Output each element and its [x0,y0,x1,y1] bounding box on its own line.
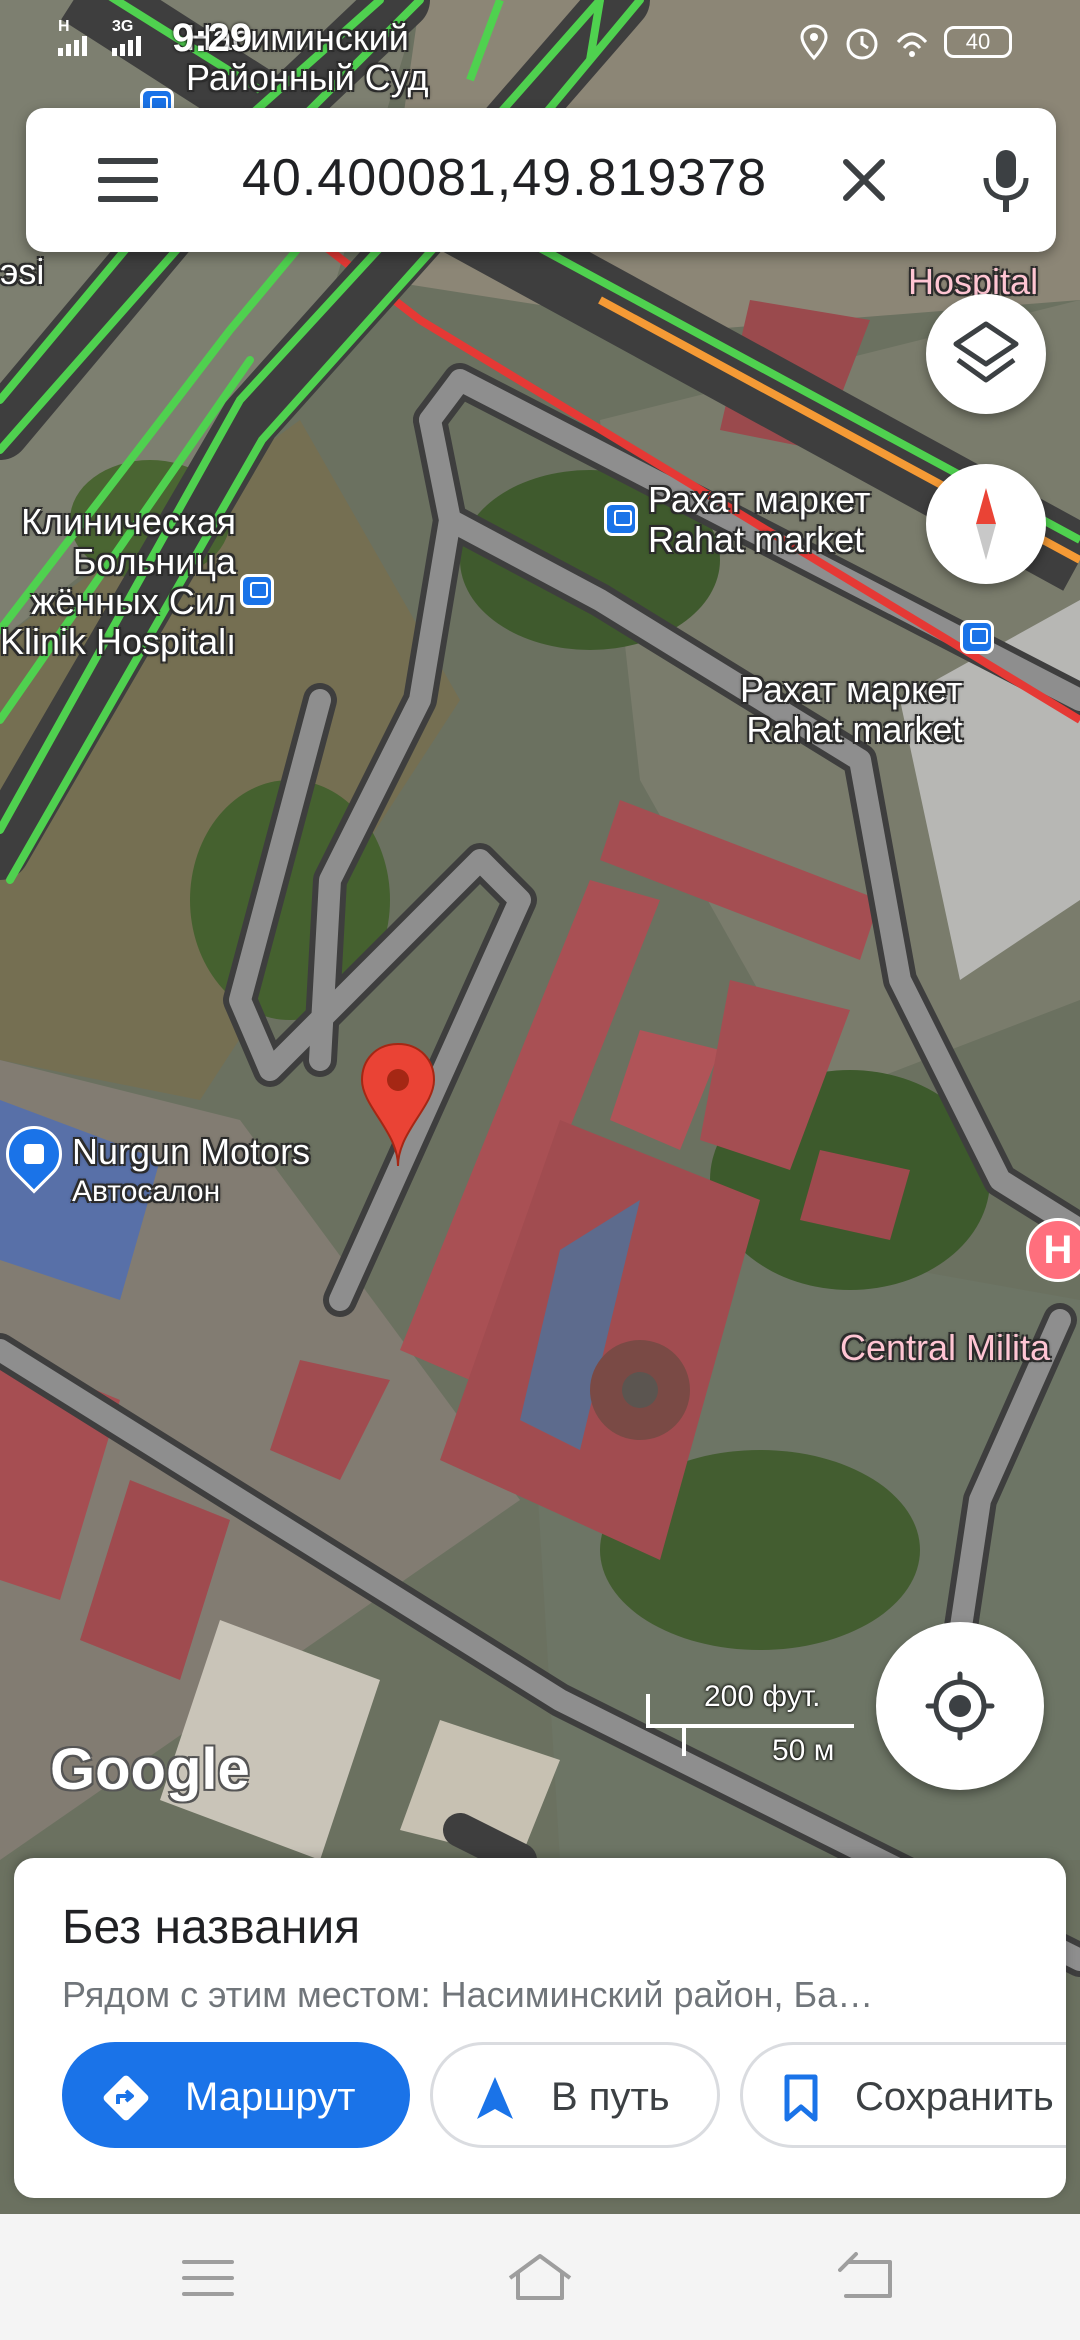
home-icon[interactable] [504,2248,576,2304]
my-location-button[interactable] [876,1622,1044,1790]
google-logo: Google [50,1737,250,1802]
rahat-2-ru: Рахат маркет [740,669,963,710]
clinic-line3: жённых Сил [31,581,236,622]
start-navigation-button[interactable]: В путь [430,2042,720,2148]
place-title: Без названия [62,1901,361,1954]
bus-stop-icon[interactable] [960,620,994,654]
clinic-line1: Клиническая [21,501,236,542]
route-label: Маршрут [185,2075,356,2119]
map-label-rahat-2[interactable]: Рахат маркет Rahat market [740,670,962,750]
nurgun-title: Nurgun Motors [72,1131,311,1172]
save-button[interactable]: Сохранить [740,2042,1066,2148]
nurgun-subtitle: Автосалон [72,1175,221,1208]
map-scale: 200 фут. 50 м [644,1680,864,1780]
rahat-1-ru: Рахат маркет [648,479,871,520]
microphone-icon[interactable] [976,146,1036,216]
system-nav-bar [0,2214,1080,2340]
back-icon[interactable] [838,2252,896,2302]
status-icons [800,24,928,61]
clinic-line4: Klinik Hospitalı [0,621,237,662]
maps-screen: Насиминский Районный Суд Hospital эsi Ра… [0,0,1080,2340]
battery-indicator: 40 [944,26,1012,58]
scale-feet: 200 фут. [704,1680,821,1713]
search-input[interactable]: 40.400081,49.819378 [242,148,767,208]
map-label-left-edge: эsi [0,251,45,292]
recent-apps-icon[interactable] [180,2256,236,2300]
navigation-arrow-icon [477,2077,513,2119]
rahat-1-en: Rahat market [648,519,865,560]
directions-icon [103,2075,149,2121]
menu-icon[interactable] [98,158,158,202]
clinic-line2: Больница [72,541,236,582]
bus-stop-icon[interactable] [604,502,638,536]
signal-icon [58,36,141,56]
search-bar[interactable]: 40.400081,49.819378 [26,108,1056,252]
map-label-clinic[interactable]: Клиническая Больница жённых Сил Klinik H… [0,502,236,662]
crosshair-icon [925,1671,995,1741]
layers-icon [953,321,1019,383]
save-label: Сохранить [855,2075,1054,2119]
dropped-pin-icon[interactable] [356,1040,440,1170]
map-label-nurgun[interactable]: Nurgun Motors Автосалон [72,1132,310,1212]
map-label-rahat-1[interactable]: Рахат маркет Rahat market [648,480,870,560]
close-icon[interactable] [836,152,892,208]
place-sheet[interactable]: Без названия Рядом с этим местом: Насими… [14,1858,1066,2198]
scale-meters: 50 м [772,1734,835,1767]
layers-button[interactable] [926,294,1046,414]
start-navigation-label: В путь [551,2075,670,2119]
map-label-central[interactable]: Central Milita [840,1328,1050,1368]
bus-stop-icon[interactable] [240,574,274,608]
rahat-2-en: Rahat market [746,709,963,750]
compass-button[interactable] [926,464,1046,584]
route-button[interactable]: Маршрут [62,2042,410,2148]
status-time: 9:29 [172,16,253,60]
status-bar: H 3G 9:29 40 [0,0,1080,80]
place-subtitle: Рядом с этим местом: Насиминский район, … [62,1974,874,2015]
bookmark-icon [784,2074,818,2122]
network-type-2: 3G [112,18,134,35]
compass-icon [976,488,996,560]
network-type-1: H [58,18,70,35]
